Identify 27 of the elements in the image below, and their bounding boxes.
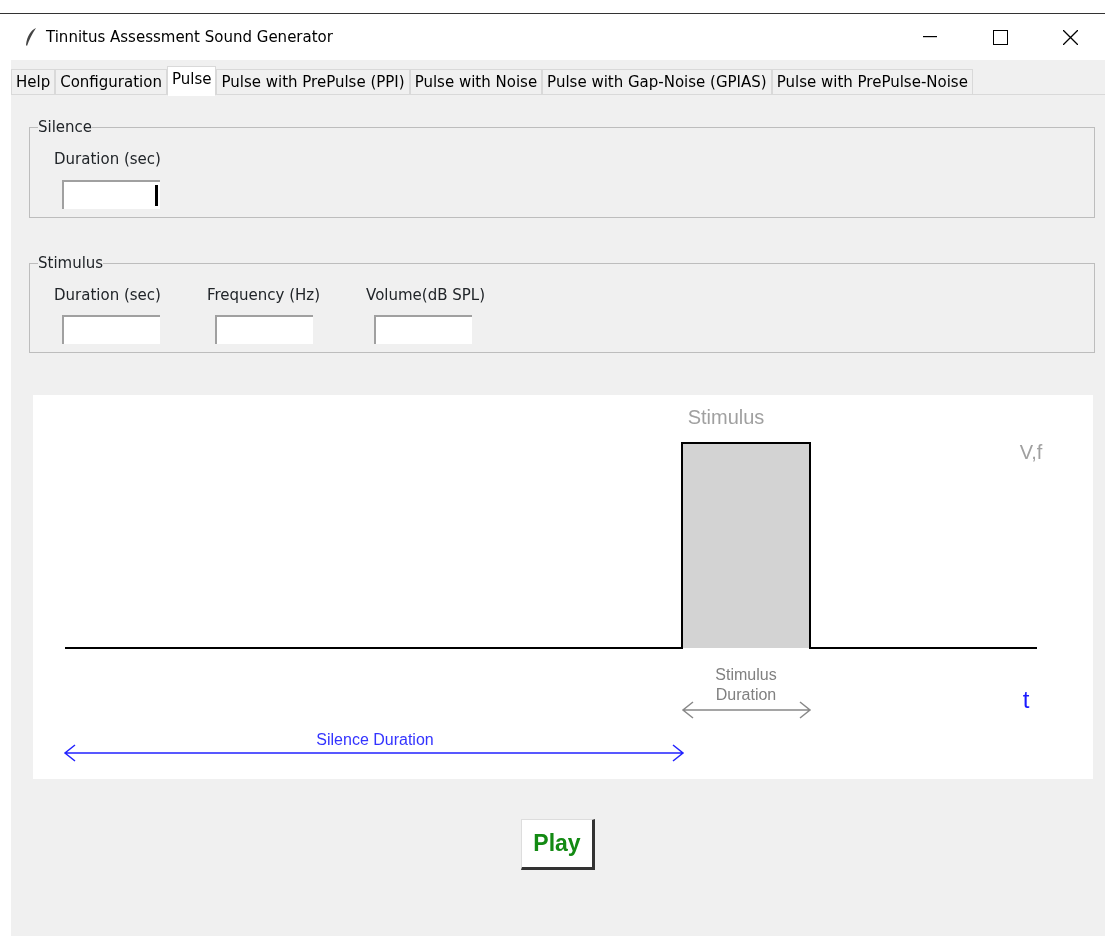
tab[interactable]: Help xyxy=(11,69,56,95)
input-field[interactable] xyxy=(62,179,160,209)
feather-icon xyxy=(24,27,38,47)
input-field[interactable] xyxy=(214,315,313,344)
diagram-label: Stimulus xyxy=(687,406,765,428)
field-label: Volume(dB SPL) xyxy=(366,284,486,306)
tab[interactable]: Configuration xyxy=(55,69,167,95)
text-cursor xyxy=(155,184,158,206)
tab[interactable]: Pulse xyxy=(166,66,217,96)
tab[interactable]: Pulse with Gap-Noise (GPIAS) xyxy=(542,69,772,95)
field-label: Frequency (Hz) xyxy=(206,284,321,306)
field-label: Duration (sec) xyxy=(54,149,161,170)
input-field[interactable] xyxy=(374,315,473,344)
diagram-label: Silence Duration xyxy=(316,731,434,748)
tab[interactable]: Pulse with PrePulse-Noise xyxy=(771,69,973,95)
field-label: Duration (sec) xyxy=(54,284,161,306)
close-icon xyxy=(1062,29,1078,45)
diagram-label: Stimulus Duration xyxy=(715,666,777,703)
axis-label: V,f xyxy=(1019,441,1043,463)
axis-label: t xyxy=(1022,686,1030,713)
tab[interactable]: Pulse with Noise xyxy=(409,69,543,95)
tab[interactable]: Pulse with PrePulse (PPI) xyxy=(216,69,410,95)
play-button[interactable]: Play xyxy=(521,819,595,870)
input-field[interactable] xyxy=(62,315,160,344)
window-title: Tinnitus Assessment Sound Generator xyxy=(46,26,333,48)
maximize-icon xyxy=(992,29,1008,45)
minimize-icon xyxy=(923,36,937,38)
